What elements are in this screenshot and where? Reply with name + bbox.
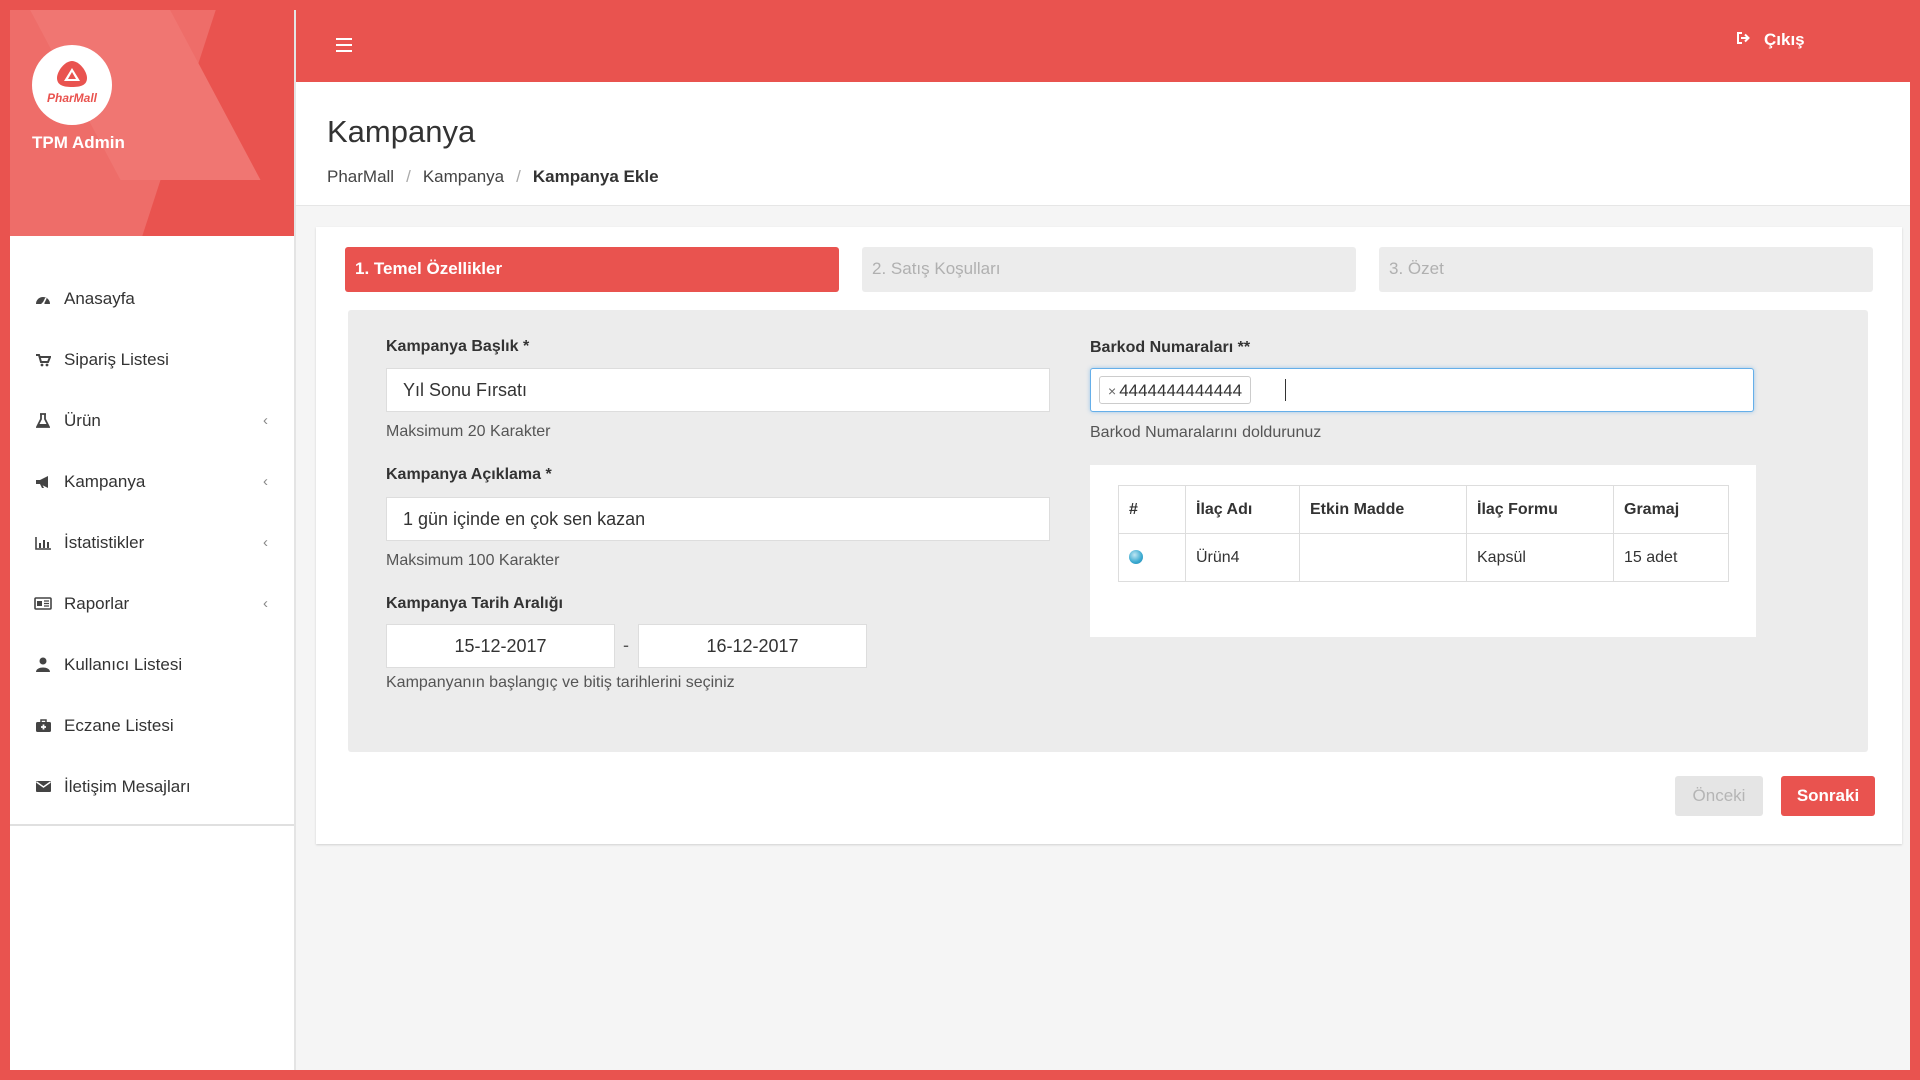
- previous-button[interactable]: Önceki: [1675, 776, 1763, 816]
- breadcrumb-link-home[interactable]: PharMall: [327, 167, 394, 187]
- sidebar-item-siparis-listesi[interactable]: Sipariş Listesi: [10, 329, 294, 390]
- form-panel: Kampanya Başlık * Yıl Sonu Fırsatı Maksi…: [348, 310, 1868, 752]
- sidebar: PharMall TPM Admin Anasayfa Sipariş List…: [10, 10, 294, 1070]
- date-range-separator: -: [623, 635, 629, 655]
- brand-name: TPM Admin: [32, 133, 125, 152]
- page-header: Kampanya PharMall / Kampanya / Kampanya …: [296, 82, 1910, 206]
- campaign-description-help: Maksimum 100 Karakter: [386, 552, 560, 569]
- user-icon: [32, 657, 54, 672]
- chevron-left-icon: ‹: [263, 595, 268, 612]
- logo-text: PharMall: [46, 91, 97, 105]
- column-header: İlaç Adı: [1185, 485, 1300, 534]
- row-selector-cell: [1118, 533, 1186, 582]
- pharmall-logo[interactable]: PharMall: [32, 45, 112, 125]
- table-header-row: # İlaç Adı Etkin Madde İlaç Formu Gramaj: [1118, 485, 1729, 534]
- next-button[interactable]: Sonraki: [1781, 776, 1875, 816]
- campaign-title-label: Kampanya Başlık *: [386, 338, 530, 355]
- sidebar-nav: Anasayfa Sipariş Listesi Ürün ‹ Kampanya…: [10, 268, 294, 817]
- campaign-description-label: Kampanya Açıklama *: [386, 466, 552, 483]
- sidebar-item-label: Anasayfa: [64, 288, 135, 308]
- logout-label: Çıkış: [1764, 30, 1805, 49]
- sidebar-item-anasayfa[interactable]: Anasayfa: [10, 268, 294, 329]
- sidebar-item-istatistikler[interactable]: İstatistikler ‹: [10, 512, 294, 573]
- drug-form-cell: Kapsül: [1466, 533, 1614, 582]
- sign-out-icon: [1736, 31, 1752, 49]
- page-title: Kampanya: [327, 114, 476, 149]
- breadcrumb-separator: /: [406, 167, 411, 186]
- sidebar-item-label: Kullanıcı Listesi: [64, 654, 183, 674]
- wizard-step-temel-ozellikler[interactable]: 1. Temel Özellikler: [345, 247, 839, 292]
- wizard-step-ozet[interactable]: 3. Özet: [1379, 247, 1873, 292]
- breadcrumb: PharMall / Kampanya / Kampanya Ekle: [327, 167, 659, 187]
- wizard-step-satis-kosullari[interactable]: 2. Satış Koşulları: [862, 247, 1356, 292]
- sidebar-item-label: Kampanya: [64, 471, 146, 491]
- remove-tag-icon[interactable]: ×: [1108, 383, 1116, 399]
- sidebar-item-urun[interactable]: Ürün ‹: [10, 390, 294, 451]
- logo-mark-icon: [57, 61, 87, 87]
- breadcrumb-current: Kampanya Ekle: [532, 167, 659, 186]
- breadcrumb-separator: /: [516, 167, 521, 186]
- column-header: Gramaj: [1613, 485, 1729, 534]
- sidebar-item-raporlar[interactable]: Raporlar ‹: [10, 573, 294, 634]
- active-ingredient-cell: [1299, 533, 1467, 582]
- medkit-icon: [32, 718, 54, 733]
- breadcrumb-link-kampanya[interactable]: Kampanya: [423, 167, 504, 187]
- sidebar-item-label: Ürün: [64, 410, 101, 430]
- flask-icon: [32, 412, 54, 429]
- campaign-description-input[interactable]: 1 gün içinde en çok sen kazan: [386, 497, 1050, 541]
- sidebar-item-eczane-listesi[interactable]: Eczane Listesi: [10, 695, 294, 756]
- app-frame: PharMall TPM Admin Anasayfa Sipariş List…: [10, 10, 1910, 1070]
- top-navbar: Çıkış: [296, 10, 1910, 82]
- barcode-help: Barkod Numaralarını doldurunuz: [1090, 424, 1322, 441]
- text-cursor: [1285, 379, 1286, 401]
- sidebar-item-iletisim-mesajlari[interactable]: İletişim Mesajları: [10, 756, 294, 817]
- campaign-date-range-label: Kampanya Tarih Aralığı: [386, 595, 563, 612]
- end-date-input[interactable]: 16-12-2017: [638, 624, 867, 668]
- menu-toggle-icon[interactable]: [336, 38, 352, 56]
- bar-chart-icon: [32, 536, 54, 550]
- bullhorn-icon: [32, 475, 54, 489]
- brand-panel: PharMall TPM Admin: [10, 10, 294, 236]
- sidebar-item-label: Eczane Listesi: [64, 715, 174, 735]
- barcode-tag-value: 4444444444444: [1119, 381, 1243, 400]
- sidebar-divider: [10, 824, 294, 826]
- envelope-icon: [32, 780, 54, 793]
- products-table-panel: # İlaç Adı Etkin Madde İlaç Formu Gramaj…: [1090, 465, 1756, 637]
- column-header: Etkin Madde: [1299, 485, 1467, 534]
- campaign-date-help: Kampanyanın başlangıç ve bitiş tarihleri…: [386, 674, 735, 691]
- table-row: Ürün4 Kapsül 15 adet: [1118, 533, 1729, 582]
- campaign-title-input[interactable]: Yıl Sonu Fırsatı: [386, 368, 1050, 412]
- column-header: #: [1118, 485, 1186, 534]
- chevron-left-icon: ‹: [263, 412, 268, 429]
- column-header: İlaç Formu: [1466, 485, 1614, 534]
- sidebar-item-kullanici-listesi[interactable]: Kullanıcı Listesi: [10, 634, 294, 695]
- report-icon: [32, 597, 54, 610]
- sidebar-item-kampanya[interactable]: Kampanya ‹: [10, 451, 294, 512]
- amount-cell: 15 adet: [1613, 533, 1729, 582]
- product-name-cell: Ürün4: [1185, 533, 1300, 582]
- products-table: # İlaç Adı Etkin Madde İlaç Formu Gramaj…: [1118, 485, 1729, 582]
- product-status-icon[interactable]: [1129, 550, 1143, 565]
- cart-icon: [32, 353, 54, 367]
- sidebar-item-label: İstatistikler: [64, 532, 145, 552]
- sidebar-item-label: Raporlar: [64, 593, 130, 613]
- barcode-tag[interactable]: × 4444444444444: [1099, 376, 1252, 404]
- barcode-tag-input[interactable]: × 4444444444444: [1090, 368, 1754, 412]
- sidebar-item-label: İletişim Mesajları: [64, 776, 191, 796]
- logout-button[interactable]: Çıkış: [1736, 30, 1805, 50]
- sidebar-item-label: Sipariş Listesi: [64, 349, 169, 369]
- wizard-card: 1. Temel Özellikler 2. Satış Koşulları 3…: [316, 227, 1902, 844]
- campaign-title-help: Maksimum 20 Karakter: [386, 423, 551, 440]
- chevron-left-icon: ‹: [263, 473, 268, 490]
- chevron-left-icon: ‹: [263, 534, 268, 551]
- barcode-label: Barkod Numaraları **: [1090, 339, 1251, 356]
- dashboard-icon: [32, 292, 54, 306]
- start-date-input[interactable]: 15-12-2017: [386, 624, 615, 668]
